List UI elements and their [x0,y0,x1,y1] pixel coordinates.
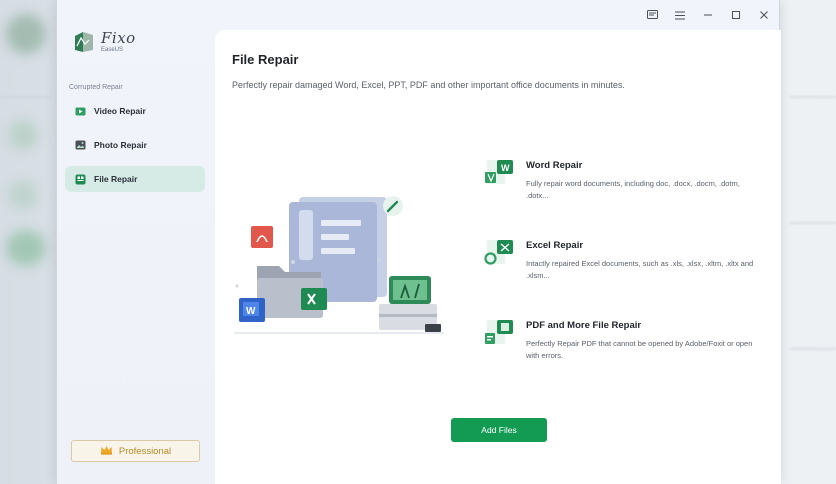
sidebar-item-video-repair[interactable]: Video Repair [65,98,205,124]
page-description: Perfectly repair damaged Word, Excel, PP… [232,80,625,90]
sidebar-item-label: Photo Repair [94,140,147,150]
background-blur-line [790,222,836,224]
excel-doc-icon [483,238,513,268]
feature-title: Word Repair [526,160,583,171]
feature-title: PDF and More File Repair [526,320,642,331]
svg-text:W: W [501,163,510,173]
background-blur-shape [6,230,46,266]
pdf-doc-icon [483,318,513,348]
fixo-logo-icon [73,30,95,54]
main-panel: File Repair Perfectly repair damaged Wor… [215,30,781,484]
logo-sub: EaseUS [101,47,124,53]
sidebar-nav: Video Repair Photo Repair File Repair [65,98,205,200]
feature-excel-repair: Excel Repair Intactly repaired Excel doc… [483,236,773,316]
sidebar-item-file-repair[interactable]: File Repair [65,166,205,192]
file-icon [75,174,86,185]
app-logo: Fixo EaseUS [73,30,136,54]
close-icon[interactable] [757,8,771,22]
background-blur-shape [8,120,38,150]
background-blur-line [0,96,50,98]
crown-icon [100,445,113,458]
feature-description: Fully repair word documents, including d… [526,179,740,200]
feature-description: Perfectly Repair PDF that cannot be open… [526,339,753,360]
feature-title: Excel Repair [526,240,584,251]
photo-icon [75,140,86,151]
add-files-button[interactable]: Add Files [451,418,547,442]
background-blur-shape [8,180,38,210]
menu-icon[interactable] [673,8,687,22]
page-title: File Repair [232,52,299,67]
minimize-icon[interactable] [701,8,715,22]
professional-label: Professional [118,445,172,457]
logo-name: Fixo [101,29,136,47]
feature-description: Intactly repaired Excel documents, such … [526,259,754,280]
sidebar-item-label: Video Repair [94,106,146,116]
feedback-icon[interactable] [645,8,659,22]
maximize-icon[interactable] [729,8,743,22]
app-window: Fixo EaseUS Corrupted Repair Video Repai… [56,0,781,484]
section-label: Corrupted Repair [69,84,123,91]
file-repair-illustration: W [229,190,459,340]
feature-pdf-repair: PDF and More File Repair Perfectly Repai… [483,316,773,396]
word-doc-icon: W [483,158,513,188]
svg-text:W: W [246,306,256,317]
sidebar: Fixo EaseUS Corrupted Repair Video Repai… [57,0,215,484]
titlebar-controls [645,8,771,22]
sidebar-item-photo-repair[interactable]: Photo Repair [65,132,205,158]
background-blur-line [790,96,836,98]
feature-word-repair: W Word Repair Fully repair word document… [483,156,773,236]
background-blur-line [790,348,836,350]
background-blur-shape [6,14,46,54]
feature-list: W Word Repair Fully repair word document… [483,156,773,396]
sidebar-item-label: File Repair [94,174,138,184]
professional-button[interactable]: Professional [71,440,200,462]
video-icon [75,106,86,117]
